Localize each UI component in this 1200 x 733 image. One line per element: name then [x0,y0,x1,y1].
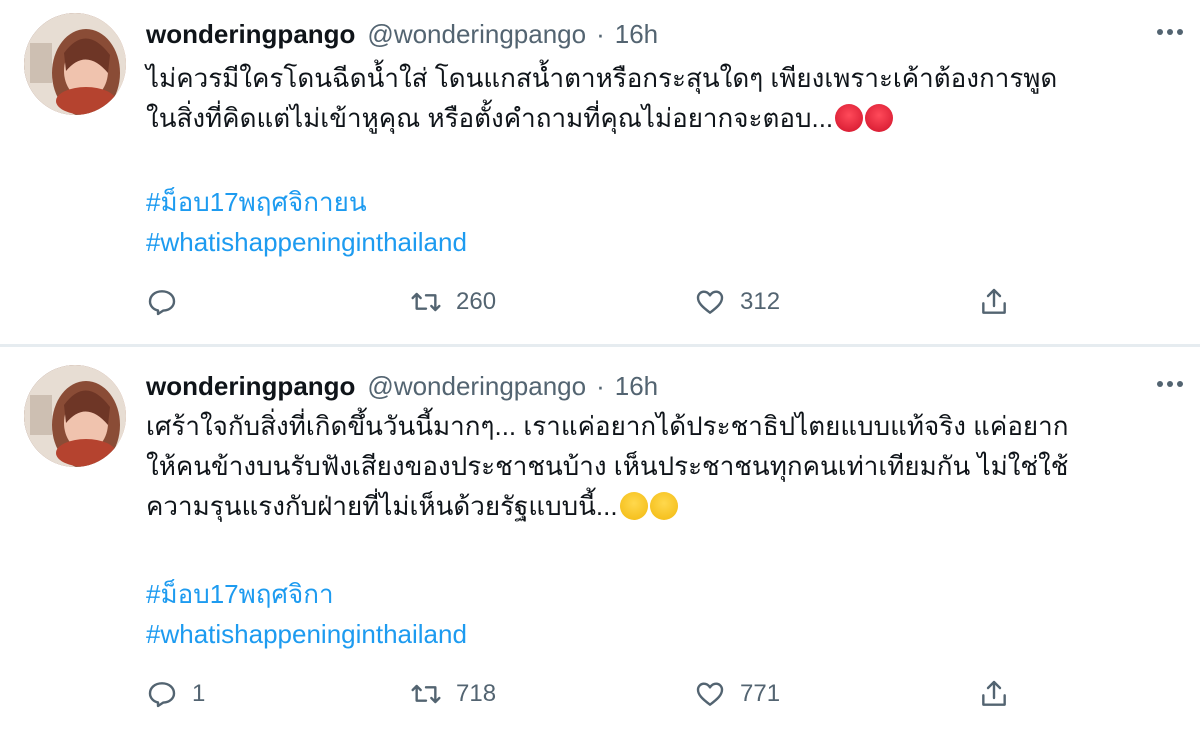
user-handle[interactable]: @wonderingpango [367,371,586,402]
like-icon [696,682,724,706]
tweet-actions: 1 718 771 [146,674,1026,714]
tweet-actions: 260 312 [146,282,1026,322]
like-count: 312 [740,288,781,315]
like-icon [696,290,724,314]
retweet-button[interactable]: 718 [410,678,496,710]
hashtag-link[interactable]: #whatishappeninginthailand [146,614,467,654]
display-name[interactable]: wonderingpango [146,19,355,50]
tweet-header: wonderingpango @wonderingpango · 16h [146,14,658,54]
retweet-count: 260 [456,288,497,315]
hashtag-link[interactable]: #whatishappeninginthailand [146,222,467,262]
sad-face-emoji [619,492,648,520]
hashtag-list: #ม็อบ17พฤศจิกา #whatishappeninginthailan… [146,574,467,654]
like-count: 771 [740,680,781,707]
tweet-text-line: ในสิ่งที่คิดแต่ไม่เข้าหูคุณ หรือตั้งคำถา… [146,98,1176,138]
more-icon[interactable] [1152,20,1188,44]
tweet-text: ไม่ควรมีใครโดนฉีดน้ำใส่ โดนแกสน้ำตาหรือก… [146,58,1176,138]
reply-icon [148,290,176,316]
tweet-text-line: ให้คนข้างบนรับฟังเสียงของประชาชนบ้าง เห็… [146,451,1069,481]
reply-icon [148,682,176,708]
more-icon[interactable] [1152,372,1188,396]
retweet-button[interactable]: 260 [410,286,496,318]
avatar-photo [24,13,126,115]
tweet[interactable]: wonderingpango @wonderingpango · 16h เศร… [0,348,1200,733]
hashtag-link[interactable]: #ม็อบ17พฤศจิกายน [146,182,467,222]
avatar-photo [24,365,126,467]
tweet-text-line: ไม่ควรมีใครโดนฉีดน้ำใส่ โดนแกสน้ำตาหรือก… [146,63,1058,93]
reply-button[interactable]: 1 [146,678,205,710]
like-button[interactable]: 771 [694,678,780,710]
separator-dot: · [596,370,605,401]
timestamp[interactable]: 16h [615,19,658,50]
reply-button[interactable] [146,286,192,318]
like-button[interactable]: 312 [694,286,780,318]
share-button[interactable] [978,678,1010,710]
avatar[interactable] [24,13,126,115]
reply-count: 1 [192,680,206,707]
share-button[interactable] [978,286,1010,318]
tweet-text: เศร้าใจกับสิ่งที่เกิดขึ้นวันนี้มากๆ... เ… [146,406,1176,526]
sad-face-emoji [649,492,678,520]
retweet-icon [411,684,441,704]
tweet-header: wonderingpango @wonderingpango · 16h [146,366,658,406]
hashtag-link[interactable]: #ม็อบ17พฤศจิกา [146,574,467,614]
tweet-text-line: เศร้าใจกับสิ่งที่เกิดขึ้นวันนี้มากๆ... เ… [146,411,1069,441]
retweet-icon [411,292,441,312]
retweet-count: 718 [456,680,497,707]
angry-face-emoji [865,104,894,132]
tweet-divider [0,344,1200,347]
timestamp[interactable]: 16h [615,371,658,402]
share-icon [982,288,1006,314]
angry-face-emoji [835,104,864,132]
avatar[interactable] [24,365,126,467]
share-icon [982,680,1006,706]
tweet[interactable]: wonderingpango @wonderingpango · 16h ไม่… [0,0,1200,346]
user-handle[interactable]: @wonderingpango [367,19,586,50]
separator-dot: · [596,18,605,49]
hashtag-list: #ม็อบ17พฤศจิกายน #whatishappeninginthail… [146,182,467,262]
display-name[interactable]: wonderingpango [146,371,355,402]
tweet-text-line: ความรุนแรงกับฝ่ายที่ไม่เห็นด้วยรัฐแบบนี้… [146,486,1176,526]
